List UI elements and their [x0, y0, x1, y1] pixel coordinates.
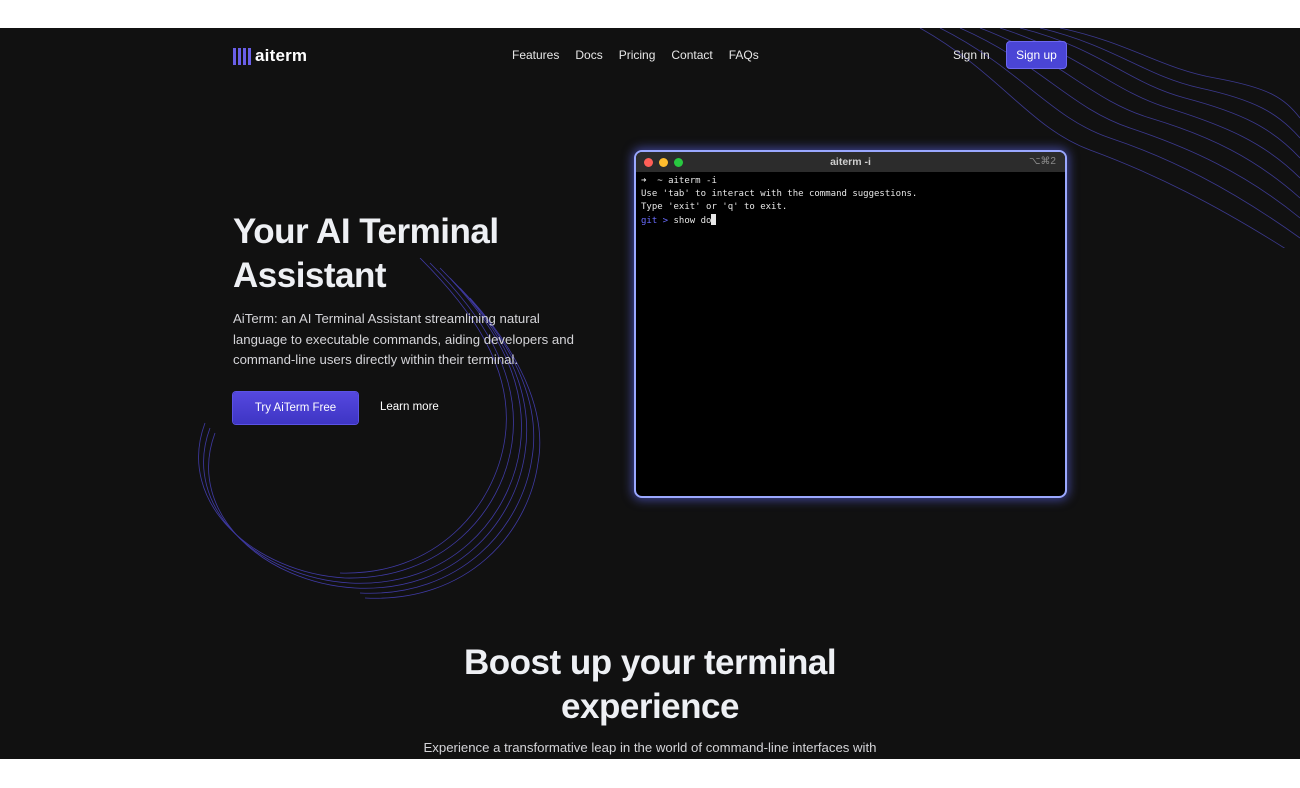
nav-pricing[interactable]: Pricing	[619, 48, 656, 62]
signin-link[interactable]: Sign in	[953, 48, 990, 62]
close-dot-icon	[644, 158, 653, 167]
landing-page: aiterm Features Docs Pricing Contact FAQ…	[0, 28, 1300, 759]
signup-button[interactable]: Sign up	[1006, 41, 1067, 69]
terminal-prompt: git >	[641, 216, 674, 226]
logo-icon	[233, 47, 251, 65]
terminal-titlebar: aiterm -i ⌥⌘2	[636, 152, 1065, 172]
terminal-prompt-line: git > show do	[641, 214, 1060, 228]
terminal-body: ➜ ~ aiterm -i Use 'tab' to interact with…	[636, 172, 1065, 231]
section-title: Boost up your terminal experience	[463, 643, 837, 726]
hero-description: AiTerm: an AI Terminal Assistant streaml…	[233, 311, 574, 367]
hero-title: Your AI Terminal Assistant	[233, 212, 499, 295]
logo[interactable]: aiterm	[233, 46, 307, 66]
nav-docs[interactable]: Docs	[575, 48, 602, 62]
terminal-line: Use 'tab' to interact with the command s…	[641, 189, 918, 199]
nav-features[interactable]: Features	[512, 48, 559, 62]
nav-faqs[interactable]: FAQs	[729, 48, 759, 62]
try-free-button[interactable]: Try AiTerm Free	[233, 392, 358, 424]
minimize-dot-icon	[659, 158, 668, 167]
terminal-window: aiterm -i ⌥⌘2 ➜ ~ aiterm -i Use 'tab' to…	[634, 150, 1067, 498]
main-nav: Features Docs Pricing Contact FAQs	[512, 48, 759, 62]
terminal-line: Type 'exit' or 'q' to exit.	[641, 202, 788, 212]
terminal-input: show do	[673, 216, 712, 226]
terminal-line: ➜ ~ aiterm -i	[641, 176, 717, 186]
terminal-title: aiterm -i	[830, 156, 871, 168]
maximize-dot-icon	[674, 158, 683, 167]
section-description: Experience a transformative leap in the …	[423, 740, 877, 755]
cursor-icon	[711, 214, 717, 225]
terminal-shortcut: ⌥⌘2	[1028, 156, 1056, 167]
nav-contact[interactable]: Contact	[671, 48, 712, 62]
learn-more-link[interactable]: Learn more	[380, 401, 439, 413]
logo-text: aiterm	[255, 46, 308, 65]
